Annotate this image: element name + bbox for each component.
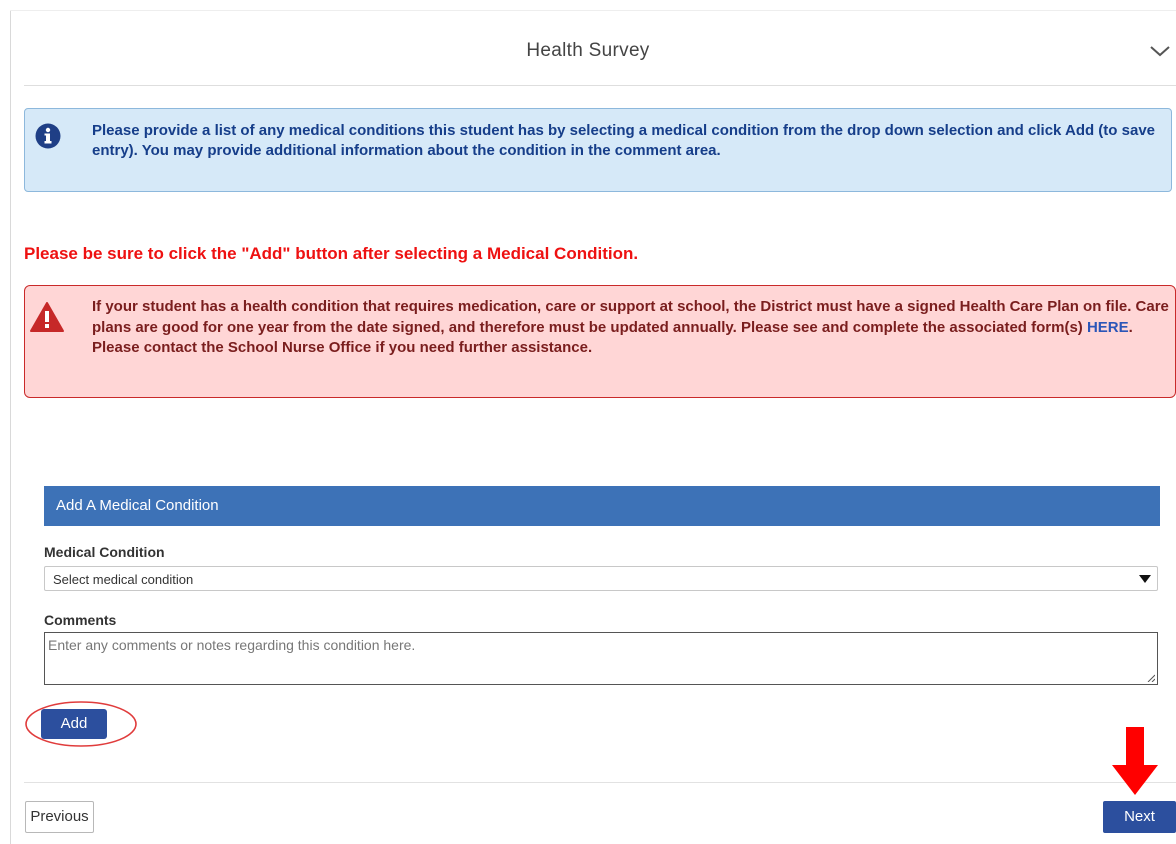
health-survey-page: Health Survey Please provide a list of a… [0,0,1176,844]
page-title: Health Survey [526,40,650,61]
alert-text-before-link: If your student has a health condition t… [92,298,1169,336]
here-link[interactable]: HERE [1087,319,1129,336]
red-down-arrow-icon [1112,727,1158,795]
medical-condition-select[interactable]: Select medical condition [44,566,1158,591]
comments-field[interactable]: Enter any comments or notes regarding th… [44,632,1158,685]
alert-text: If your student has a health condition t… [92,297,1170,359]
resize-grip-icon[interactable] [1147,674,1155,682]
comments-label: Comments [44,612,117,628]
frame-top-border [10,10,1176,11]
info-circle-icon [35,123,61,149]
alert-box: If your student has a health condition t… [24,285,1176,398]
section-header: Add A Medical Condition [44,486,1160,526]
add-highlight-circle [25,701,137,747]
caret-down-icon [1139,575,1151,583]
frame-left-border [10,10,11,844]
header-divider [24,85,1176,86]
next-button[interactable]: Next [1103,801,1176,833]
previous-button[interactable]: Previous [25,801,94,833]
info-text: Please provide a list of any medical con… [92,122,1156,159]
info-box: Please provide a list of any medical con… [24,108,1172,192]
chevron-down-icon[interactable] [1149,44,1171,58]
comments-placeholder: Enter any comments or notes regarding th… [48,637,416,653]
footer-divider [24,782,1176,783]
warning-heading: Please be sure to click the "Add" button… [24,244,639,263]
medical-condition-value: Select medical condition [53,572,194,587]
medical-condition-label: Medical Condition [44,544,165,560]
warning-triangle-icon [30,302,64,332]
